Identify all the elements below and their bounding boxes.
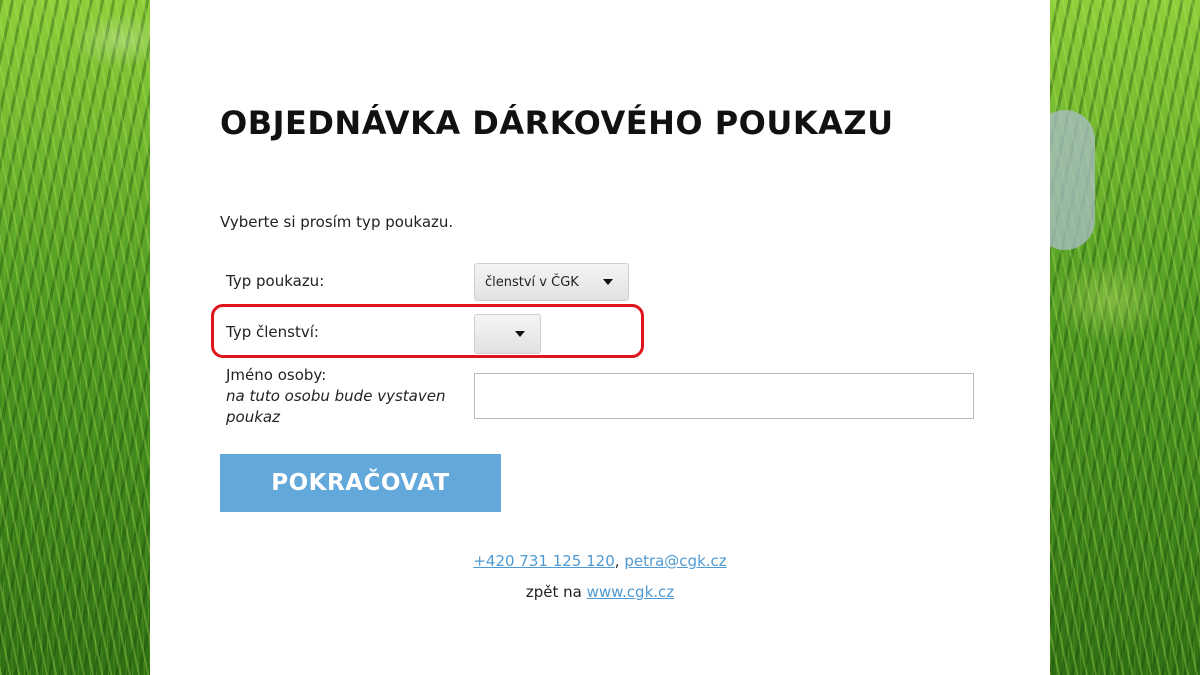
voucher-type-value: členství v ČGK <box>485 274 579 290</box>
website-link[interactable]: www.cgk.cz <box>587 583 675 601</box>
membership-type-select[interactable] <box>474 314 541 354</box>
person-name-hint: na tuto osobu bude vystaven poukaz <box>226 387 446 426</box>
order-form-panel: OBJEDNÁVKA DÁRKOVÉHO POUKAZU Vyberte si … <box>150 0 1050 675</box>
back-prefix: zpět na <box>525 583 582 601</box>
person-name-label-group: Jméno osoby: na tuto osobu bude vystaven… <box>226 365 456 428</box>
caret-down-icon <box>515 331 525 337</box>
page-title: OBJEDNÁVKA DÁRKOVÉHO POUKAZU <box>220 104 894 142</box>
back-line: zpět na www.cgk.cz <box>150 583 1050 601</box>
continue-button[interactable]: POKRAČOVAT <box>220 454 501 512</box>
contact-separator: , <box>614 552 620 570</box>
voucher-type-select[interactable]: členství v ČGK <box>474 263 629 301</box>
person-name-input[interactable] <box>474 373 974 419</box>
caret-down-icon <box>603 279 613 285</box>
voucher-type-label: Typ poukazu: <box>226 272 325 290</box>
intro-text: Vyberte si prosím typ poukazu. <box>220 213 454 231</box>
contact-line: +420 731 125 120, petra@cgk.cz <box>150 552 1050 570</box>
phone-link[interactable]: +420 731 125 120 <box>473 552 614 570</box>
person-name-label: Jméno osoby: <box>226 366 327 384</box>
email-link[interactable]: petra@cgk.cz <box>624 552 726 570</box>
membership-type-label: Typ členství: <box>226 323 319 341</box>
